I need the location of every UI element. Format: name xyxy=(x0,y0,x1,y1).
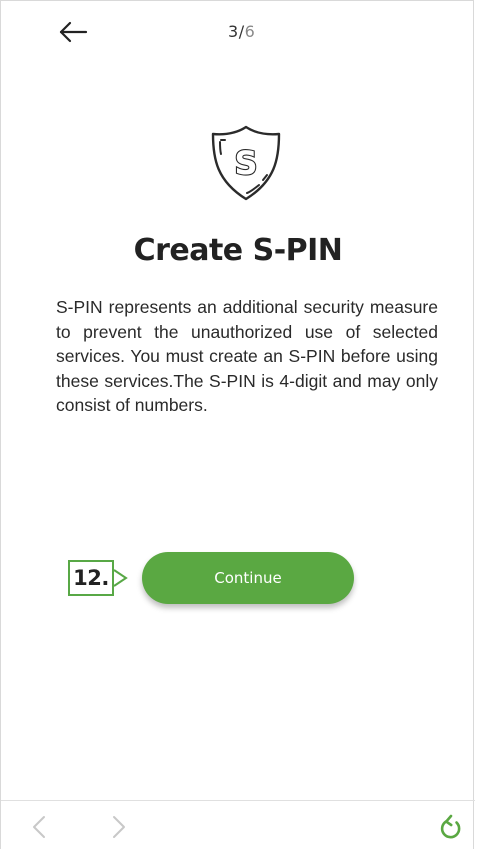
page-title: Create S-PIN xyxy=(133,233,343,268)
callout-arrow-icon xyxy=(113,569,128,587)
chevron-right-icon xyxy=(113,816,125,838)
step-total: 6 xyxy=(244,22,256,41)
header: 3/6 xyxy=(1,1,473,65)
nav-forward-button[interactable] xyxy=(109,813,129,841)
chevron-left-icon xyxy=(33,816,45,838)
step-marker-badge: 12. xyxy=(68,560,114,596)
browser-nav-bar xyxy=(1,800,475,850)
continue-button[interactable]: Continue xyxy=(142,552,354,604)
app-screen: 3/6 S Create S-PIN S-PIN represents an a… xyxy=(0,0,475,850)
step-indicator: 3/6 xyxy=(228,22,255,41)
nav-back-button[interactable] xyxy=(29,813,49,841)
step-current: 3 xyxy=(228,22,239,41)
back-button[interactable] xyxy=(57,17,91,47)
reload-button[interactable] xyxy=(438,813,464,841)
description-text: S-PIN represents an additional security … xyxy=(56,297,438,415)
arrow-left-icon xyxy=(59,21,88,43)
reload-icon xyxy=(440,814,461,839)
shield-s-icon: S xyxy=(207,123,285,203)
shield-letter: S xyxy=(234,144,257,182)
